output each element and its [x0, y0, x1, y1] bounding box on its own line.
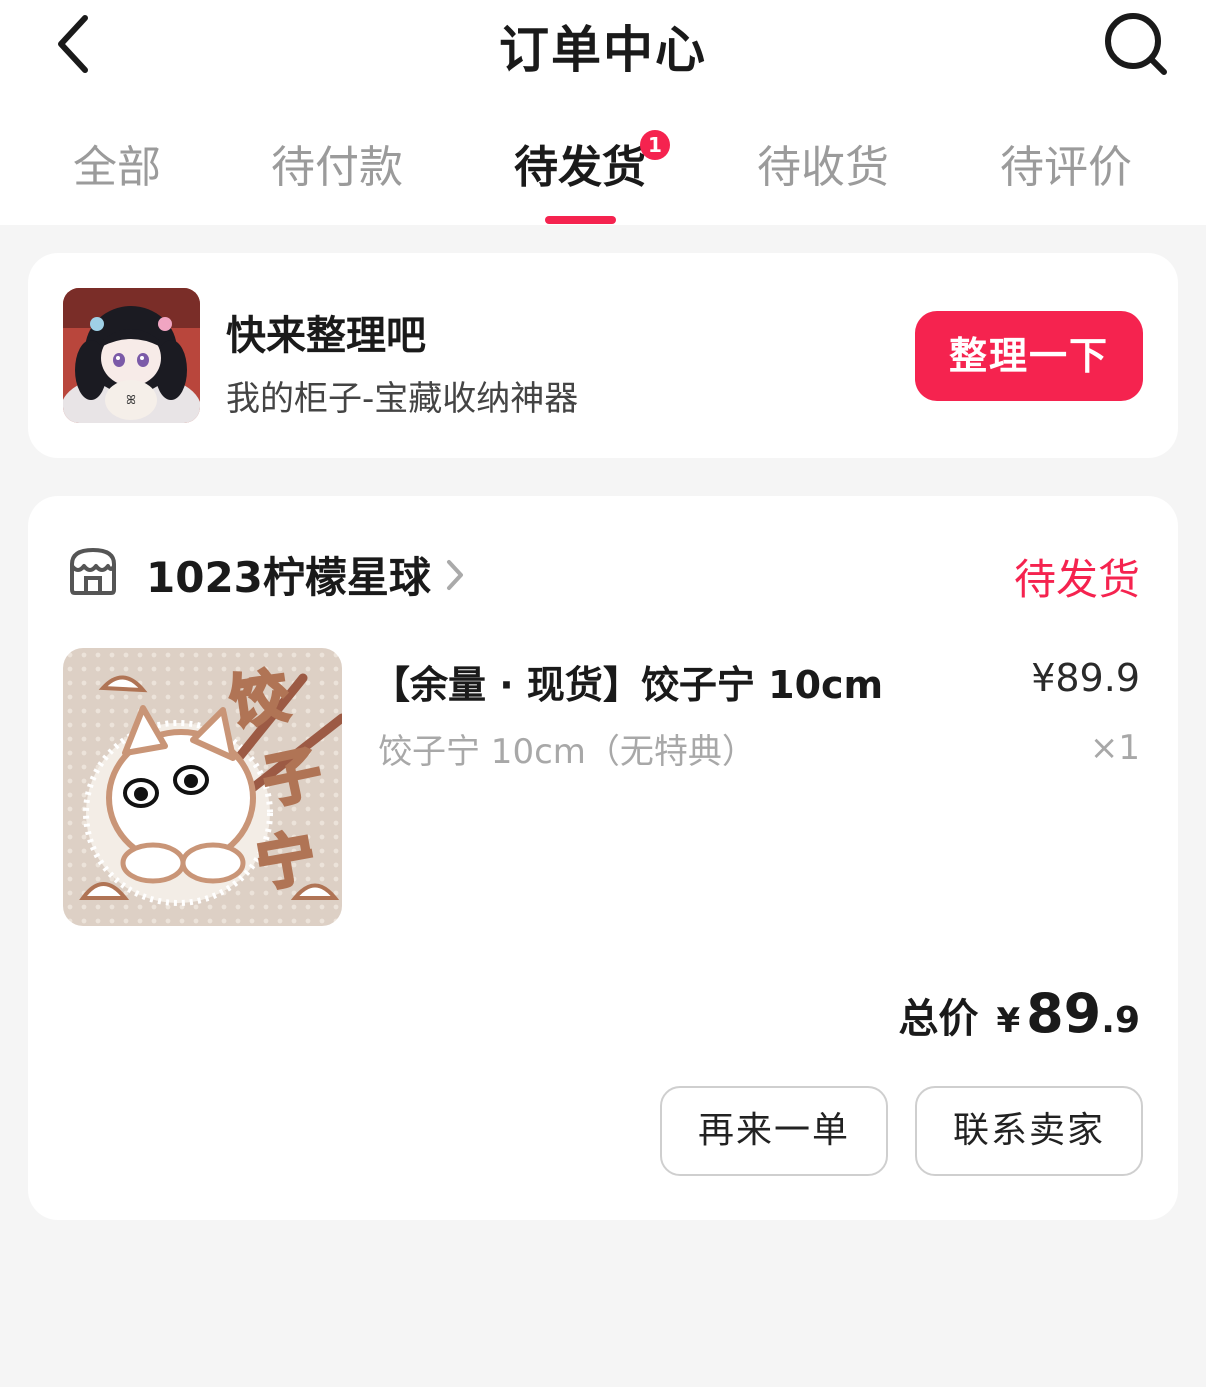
top-bar: 订单中心 全部 待付款 待发货 待收货 待评价 1 [0, 0, 1206, 225]
organize-button[interactable]: 整理一下 [915, 311, 1143, 401]
tab-pending-shipment[interactable]: 待发货 [514, 130, 646, 210]
promo-subtitle: 我的柜子-宝藏收纳神器 [226, 379, 579, 419]
total-label: 总价 [898, 996, 979, 1042]
order-tabs: 全部 待付款 待发货 待收货 待评价 [0, 130, 1206, 210]
promo-card[interactable]: ꕤ 快来整理吧 我的柜子-宝藏收纳神器 整理一下 [28, 253, 1178, 458]
tab-pending-receipt[interactable]: 待收货 [757, 130, 889, 210]
product-image-text-3: 宁 [252, 823, 321, 900]
reorder-button[interactable]: 再来一单 [660, 1086, 888, 1176]
product-image-text-1: 饺 [225, 661, 292, 736]
active-tab-indicator [545, 216, 616, 224]
product-title[interactable]: 【余量 · 现货】饺子宁 10cm [372, 654, 883, 709]
product-quantity: ×1 [1089, 728, 1140, 768]
product-price: ¥89.9 [1031, 656, 1140, 700]
order-card: 1023柠檬星球 待发货 饺 子 宁 【余量 · 现货】饺子宁 10cm 饺子宁… [28, 496, 1178, 1220]
total-price: 总价 ¥ 89 .9 [898, 982, 1140, 1045]
tab-pending-payment[interactable]: 待付款 [271, 130, 403, 210]
svg-text:ꕤ: ꕤ [126, 393, 136, 407]
shop-name: 1023柠檬星球 [146, 553, 431, 602]
total-integer: 89 [1026, 982, 1102, 1045]
search-button[interactable] [1094, 6, 1178, 82]
tab-badge: 1 [640, 130, 670, 160]
total-decimal: .9 [1101, 1000, 1140, 1041]
promo-title: 快来整理吧 [226, 313, 426, 359]
product-variant: 饺子宁 10cm（无特典） [378, 732, 756, 772]
search-icon [1105, 13, 1167, 75]
promo-thumbnail: ꕤ [63, 288, 200, 423]
page-title: 订单中心 [499, 21, 707, 79]
total-currency: ¥ [996, 1001, 1021, 1041]
contact-seller-button[interactable]: 联系卖家 [915, 1086, 1143, 1176]
product-image[interactable]: 饺 子 宁 [63, 648, 342, 926]
order-status: 待发货 [1013, 555, 1140, 604]
shop-link[interactable]: 1023柠檬星球 [146, 544, 465, 605]
shop-icon [66, 546, 120, 596]
tab-pending-review[interactable]: 待评价 [1000, 130, 1132, 210]
chevron-right-icon [445, 558, 465, 592]
tab-all[interactable]: 全部 [73, 130, 161, 210]
